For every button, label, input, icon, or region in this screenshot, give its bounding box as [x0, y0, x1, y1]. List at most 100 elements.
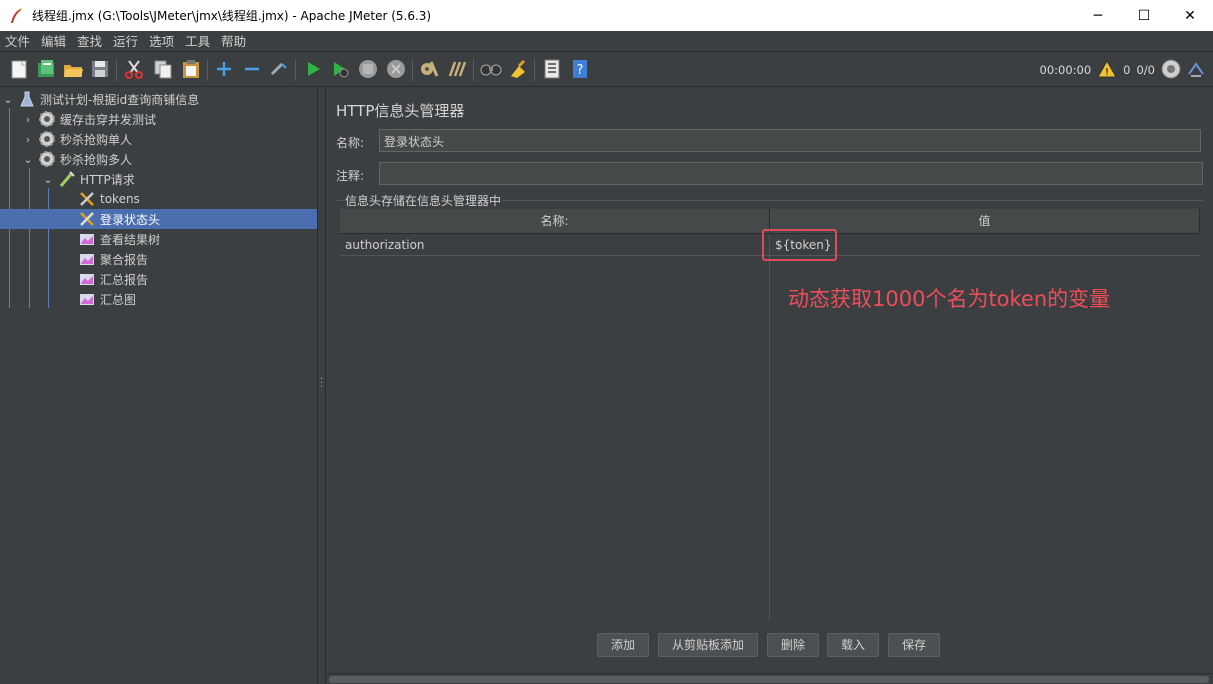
tree-item-thread-group[interactable]: › 缓存击穿并发测试 [22, 109, 156, 129]
annotation-text: 动态获取1000个名为token的变量 [788, 287, 1111, 311]
tree-item-login-header[interactable]: 登录状态头 [0, 209, 317, 229]
tree-item-summary-report[interactable]: 汇总报告 [78, 269, 148, 289]
minimize-button[interactable]: ─ [1075, 0, 1121, 31]
column-header-name[interactable]: 名称: [340, 209, 770, 234]
chevron-right-icon[interactable]: › [22, 113, 34, 126]
menu-file[interactable]: 文件 [0, 31, 36, 52]
tree-item-label: 测试计划-根据id查询商铺信息 [40, 92, 200, 107]
save-icon[interactable] [89, 58, 111, 80]
tree-item-tokens[interactable]: tokens [78, 189, 140, 209]
listener-icon [78, 290, 96, 308]
test-plan-tree: ⌄ 测试计划-根据id查询商铺信息 › 缓存击穿并发测试 › 秒杀抢购单人 ⌄ … [0, 88, 318, 684]
menu-options[interactable]: 选项 [144, 31, 180, 52]
start-icon[interactable] [302, 58, 324, 80]
name-label: 名称: [336, 136, 365, 150]
cut-icon[interactable] [123, 58, 145, 80]
start-no-pause-icon[interactable] [329, 58, 351, 80]
scrollbar-thumb[interactable] [329, 676, 1209, 683]
jmeter-feather-icon [4, 0, 28, 31]
warning-count: 0 [1123, 63, 1131, 77]
shutdown-icon[interactable] [385, 58, 407, 80]
load-button[interactable]: 载入 [827, 633, 879, 657]
tree-item-http-request[interactable]: ⌄ HTTP请求 [42, 169, 135, 189]
menu-search[interactable]: 查找 [72, 31, 108, 52]
tree-item-label: 缓存击穿并发测试 [60, 112, 157, 127]
expand-icon[interactable] [213, 58, 235, 80]
log-viewer-icon[interactable] [1187, 60, 1205, 81]
chevron-down-icon[interactable]: ⌄ [22, 153, 34, 166]
paste-icon[interactable] [180, 58, 202, 80]
panel-splitter[interactable]: · · · [318, 88, 326, 684]
window-titlebar: 线程组.jmx (G:\Tools\JMeter\jmx\线程组.jmx) - … [0, 0, 1213, 31]
menu-run[interactable]: 运行 [108, 31, 144, 52]
page-title: HTTP信息头管理器 [336, 102, 465, 120]
maximize-button[interactable]: ☐ [1121, 0, 1167, 31]
clear-all-icon[interactable] [446, 58, 468, 80]
collapse-icon[interactable] [241, 58, 263, 80]
tree-item-label: tokens [100, 192, 140, 206]
svg-text:?: ? [577, 63, 584, 78]
splitter-grip-icon: · · · [320, 374, 324, 393]
tree-item-summary-graph[interactable]: 汇总图 [78, 289, 136, 309]
tree-item-label: 秒杀抢购多人 [60, 152, 133, 167]
tree-item-thread-group[interactable]: ⌄ 秒杀抢购多人 [22, 149, 132, 169]
group-title: 信息头存储在信息头管理器中 [343, 192, 504, 209]
copy-icon[interactable] [152, 58, 174, 80]
tree-item-label: 聚合报告 [100, 252, 149, 267]
clear-icon[interactable] [418, 58, 440, 80]
remote-engines-icon[interactable] [1161, 59, 1181, 82]
function-helper-icon[interactable] [541, 58, 563, 80]
sampler-icon [58, 170, 76, 188]
tree-item-thread-group[interactable]: › 秒杀抢购单人 [22, 129, 132, 149]
comment-label: 注释: [336, 169, 365, 183]
add-from-clipboard-button[interactable]: 从剪贴板添加 [658, 633, 758, 657]
test-plan-icon [18, 90, 36, 108]
annotation-highlight-box [762, 229, 837, 261]
status-area: 00:00:00 ! 0 0/0 [1040, 53, 1206, 87]
stop-icon[interactable] [357, 58, 379, 80]
config-element-icon [78, 210, 96, 228]
templates-icon[interactable] [35, 58, 57, 80]
open-icon[interactable] [62, 58, 84, 80]
add-button[interactable]: 添加 [597, 633, 649, 657]
elapsed-timer: 00:00:00 [1039, 63, 1092, 77]
thread-group-icon [38, 110, 56, 128]
horizontal-scrollbar[interactable] [327, 673, 1213, 684]
tree-item-test-plan[interactable]: ⌄ 测试计划-根据id查询商铺信息 [2, 89, 199, 109]
name-field[interactable]: 登录状态头 [379, 129, 1201, 152]
chevron-down-icon[interactable]: ⌄ [2, 93, 14, 106]
menu-edit[interactable]: 编辑 [36, 31, 72, 52]
tree-item-label: HTTP请求 [80, 172, 135, 187]
warning-icon[interactable]: ! [1097, 59, 1118, 81]
tree-item-label: 汇总报告 [100, 272, 149, 287]
delete-button[interactable]: 删除 [767, 633, 819, 657]
listener-icon [78, 250, 96, 268]
reset-search-icon[interactable] [507, 58, 529, 80]
tree-item-aggregate-report[interactable]: 聚合报告 [78, 249, 148, 269]
close-button[interactable]: ✕ [1167, 0, 1213, 31]
chevron-down-icon[interactable]: ⌄ [42, 173, 54, 186]
header-manager-panel: HTTP信息头管理器 名称: 登录状态头 注释: 信息头存储在信息头管理器中 名… [327, 88, 1213, 684]
window-title: 线程组.jmx (G:\Tools\JMeter\jmx\线程组.jmx) - … [32, 9, 432, 23]
help-icon[interactable]: ? [569, 58, 591, 80]
svg-text:!: ! [1105, 67, 1109, 78]
chevron-right-icon[interactable]: › [22, 133, 34, 146]
menu-tools[interactable]: 工具 [180, 31, 216, 52]
listener-icon [78, 230, 96, 248]
toggle-icon[interactable] [268, 58, 290, 80]
comment-field[interactable] [379, 162, 1203, 185]
menu-help[interactable]: 帮助 [216, 31, 252, 52]
save-button[interactable]: 保存 [888, 633, 940, 657]
listener-icon [78, 270, 96, 288]
tree-item-view-results-tree[interactable]: 查看结果树 [78, 229, 160, 249]
thread-group-icon [38, 150, 56, 168]
search-icon[interactable] [480, 58, 502, 80]
tree-item-label: 登录状态头 [100, 212, 161, 227]
config-element-icon [78, 190, 96, 208]
toolbar: ? 00:00:00 ! 0 0/0 [0, 53, 1213, 87]
new-icon[interactable] [8, 58, 30, 80]
tree-item-label: 汇总图 [100, 292, 137, 307]
headers-table: 名称: 值 authorization ${token} [340, 209, 1200, 621]
thread-group-icon [38, 130, 56, 148]
table-cell-name[interactable]: authorization [340, 235, 770, 255]
